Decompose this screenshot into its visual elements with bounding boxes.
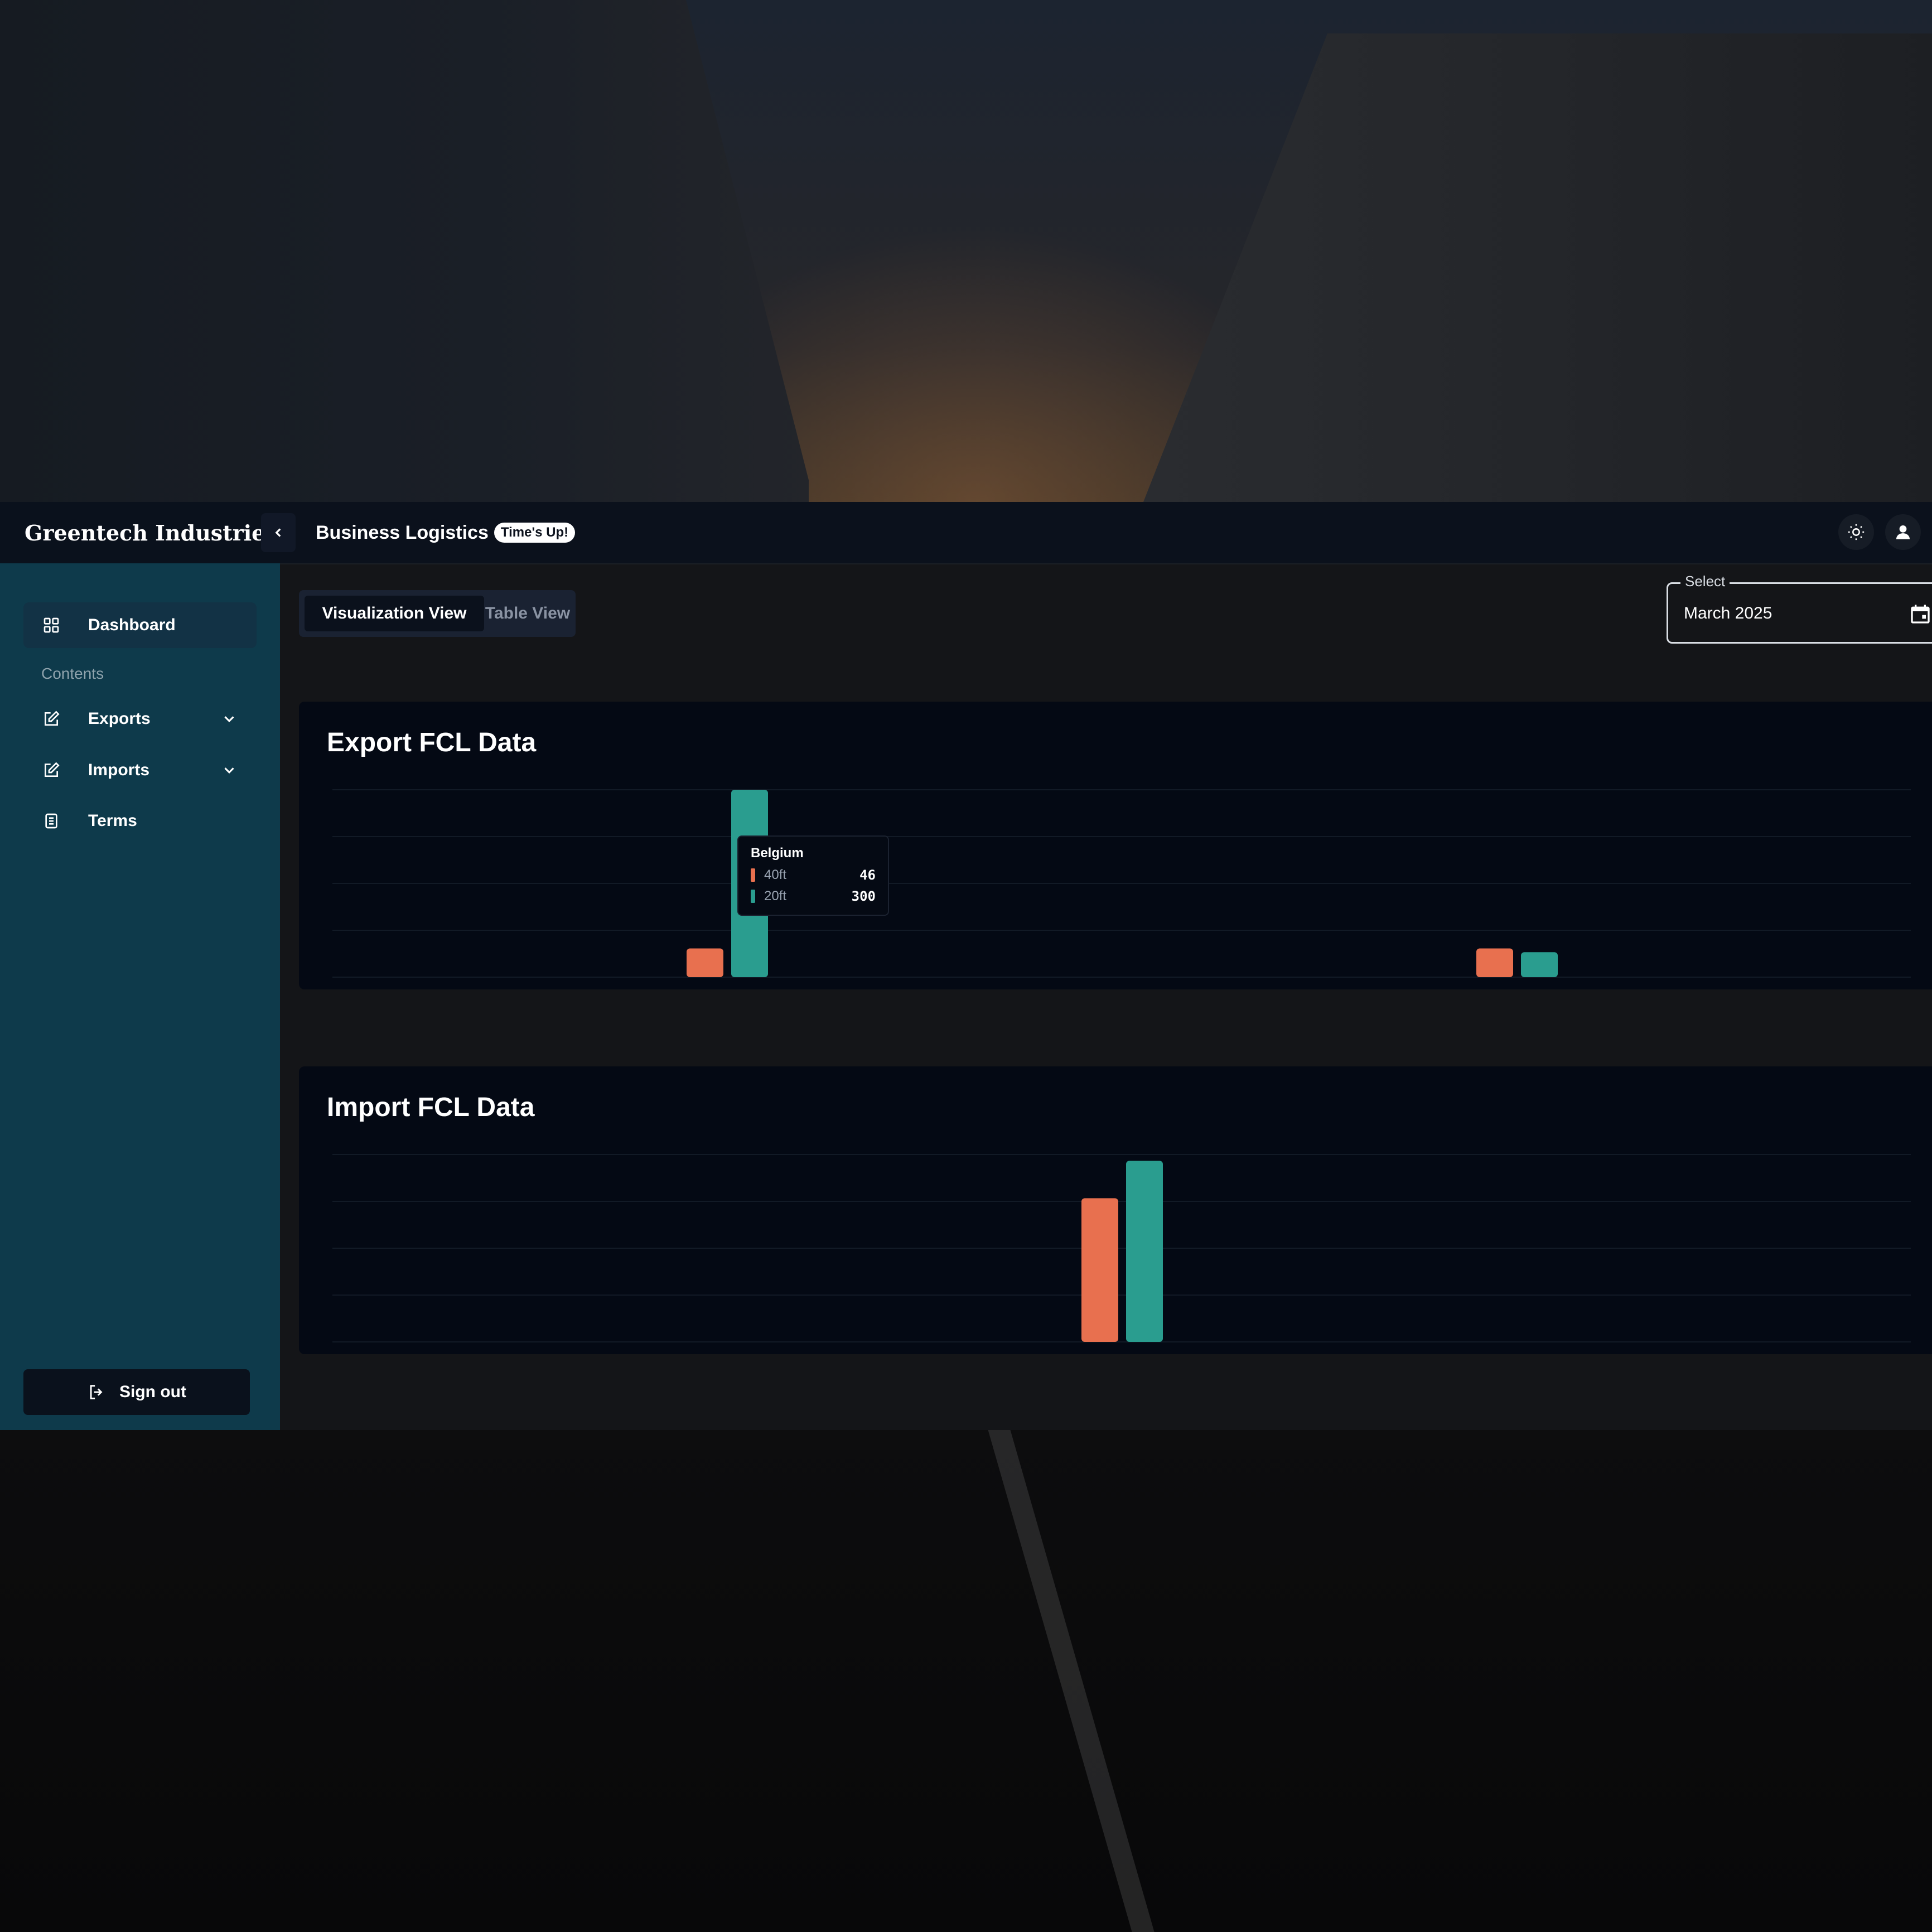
bar-20ft-indiana[interactable]	[1126, 1161, 1163, 1342]
top-bar: Business Logistics Time's Up!	[280, 502, 1932, 564]
sidebar-item-label: Terms	[88, 812, 137, 830]
month-select-value: March 2025	[1684, 604, 1772, 622]
user-icon	[1896, 525, 1910, 539]
background-ground	[0, 1428, 1932, 1932]
sign-out-button[interactable]: Sign out	[23, 1369, 250, 1415]
sun-icon	[1848, 524, 1865, 540]
sidebar-item-terms[interactable]: Terms	[23, 798, 257, 844]
chevron-down-icon[interactable]	[221, 711, 238, 727]
bar-20ft-hyderabad[interactable]	[1521, 952, 1558, 977]
brand-name: Greentech Industries	[25, 520, 277, 545]
status-badge: Time's Up!	[494, 523, 576, 543]
sidebar-item-dashboard[interactable]: Dashboard	[23, 602, 257, 648]
page-title: Business Logistics	[316, 521, 489, 543]
month-select-label: Select	[1680, 573, 1730, 590]
export-fcl-chart: BelgiumHyderabad	[332, 789, 1911, 978]
chevron-left-icon	[275, 528, 281, 537]
export-fcl-card: Export FCL Data BelgiumHyderabad Belgium…	[299, 702, 1932, 989]
section-label: Contents	[41, 665, 104, 682]
app-window: Greentech Industries Dashboard Contents …	[0, 502, 1932, 1430]
sidebar-item-label: Exports	[88, 709, 151, 728]
collapse-sidebar-button[interactable]	[261, 513, 296, 552]
sidebar-item-label: Imports	[88, 761, 150, 779]
tooltip-swatch	[751, 868, 755, 882]
tab-table-view[interactable]: Table View	[484, 596, 571, 631]
import-fcl-card: Import FCL Data Indiana	[299, 1066, 1932, 1354]
tooltip-label: 20ft	[764, 888, 787, 904]
bar-40ft-belgium[interactable]	[687, 948, 723, 977]
background-container-right	[1143, 33, 1932, 502]
chevron-down-icon[interactable]	[221, 762, 238, 779]
chart-tooltip: Belgium 40ft 46 20ft 300	[737, 835, 889, 916]
tooltip-row-40ft: 40ft 46	[751, 867, 876, 883]
sign-out-label: Sign out	[119, 1383, 186, 1401]
sidebar-item-label: Dashboard	[88, 616, 176, 634]
edit-icon	[42, 761, 60, 779]
sign-out-icon	[87, 1383, 106, 1402]
background-container-left	[0, 0, 809, 502]
tooltip-row-20ft: 20ft 300	[751, 888, 876, 905]
tab-visualization-view[interactable]: Visualization View	[305, 596, 484, 631]
import-fcl-chart: Indiana	[332, 1154, 1911, 1342]
sidebar-header: Greentech Industries	[0, 502, 280, 563]
tooltip-value: 300	[851, 888, 876, 904]
view-toggle: Visualization View Table View	[299, 590, 576, 637]
month-select-field[interactable]: Select March 2025	[1667, 573, 1932, 644]
sidebar-item-imports[interactable]: Imports	[23, 747, 257, 793]
theme-toggle-button[interactable]	[1838, 514, 1874, 550]
grid-icon	[42, 616, 60, 634]
tooltip-swatch	[751, 890, 755, 903]
tooltip-title: Belgium	[751, 846, 804, 861]
edit-icon	[42, 710, 60, 728]
document-icon	[42, 812, 60, 830]
user-menu-button[interactable]	[1885, 514, 1921, 550]
calendar-icon[interactable]	[1909, 603, 1931, 625]
sidebar-item-exports[interactable]: Exports	[23, 696, 257, 742]
bar-40ft-indiana[interactable]	[1081, 1198, 1118, 1342]
bar-40ft-hyderabad[interactable]	[1476, 948, 1513, 977]
tooltip-label: 40ft	[764, 867, 787, 882]
sidebar: Greentech Industries Dashboard Contents …	[0, 502, 280, 1430]
tooltip-value: 46	[859, 867, 876, 883]
